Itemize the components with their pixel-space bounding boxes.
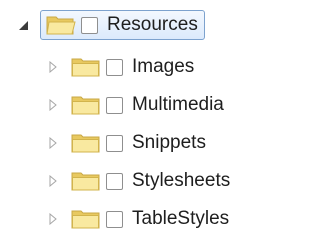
collapsed-triangle-icon[interactable]: [44, 134, 62, 152]
folder-icon: [70, 132, 102, 154]
tree-item-checkbox[interactable]: [106, 58, 123, 76]
tree-item-label: Stylesheets: [132, 170, 231, 191]
collapsed-triangle-icon[interactable]: [44, 172, 62, 190]
tree-item-checkbox[interactable]: [106, 96, 123, 114]
tree-item-resources[interactable]: Resources: [14, 10, 205, 40]
folder-icon: [70, 94, 102, 116]
tree-item-tablestyles[interactable]: TableStyles: [44, 204, 229, 234]
tree-item-label: Snippets: [132, 132, 206, 153]
tree-item-stylesheets[interactable]: Stylesheets: [44, 166, 230, 196]
tree-item-checkbox[interactable]: [81, 16, 98, 34]
tree-item-selection[interactable]: Resources: [40, 10, 205, 40]
folder-icon: [70, 170, 102, 192]
collapsed-triangle-icon[interactable]: [44, 96, 62, 114]
tree-item-multimedia[interactable]: Multimedia: [44, 90, 224, 120]
tree-item-checkbox[interactable]: [106, 134, 123, 152]
collapsed-triangle-icon[interactable]: [44, 58, 62, 76]
folder-open-icon: [45, 14, 77, 36]
tree-item-label: TableStyles: [132, 208, 230, 229]
tree-item-label: Multimedia: [132, 94, 224, 115]
tree-item-checkbox[interactable]: [106, 172, 123, 190]
tree-item-checkbox[interactable]: [106, 210, 123, 228]
tree-item-snippets[interactable]: Snippets: [44, 128, 206, 158]
collapsed-triangle-icon[interactable]: [44, 210, 62, 228]
tree-item-label: Resources: [107, 14, 198, 35]
tree-item-label: Images: [132, 56, 195, 77]
folder-icon: [70, 208, 102, 230]
folder-icon: [70, 56, 102, 78]
expanded-triangle-icon[interactable]: [14, 16, 32, 34]
resource-tree: Resources Images Multimedia Snippets Sty…: [0, 0, 318, 240]
tree-item-images[interactable]: Images: [44, 52, 194, 82]
